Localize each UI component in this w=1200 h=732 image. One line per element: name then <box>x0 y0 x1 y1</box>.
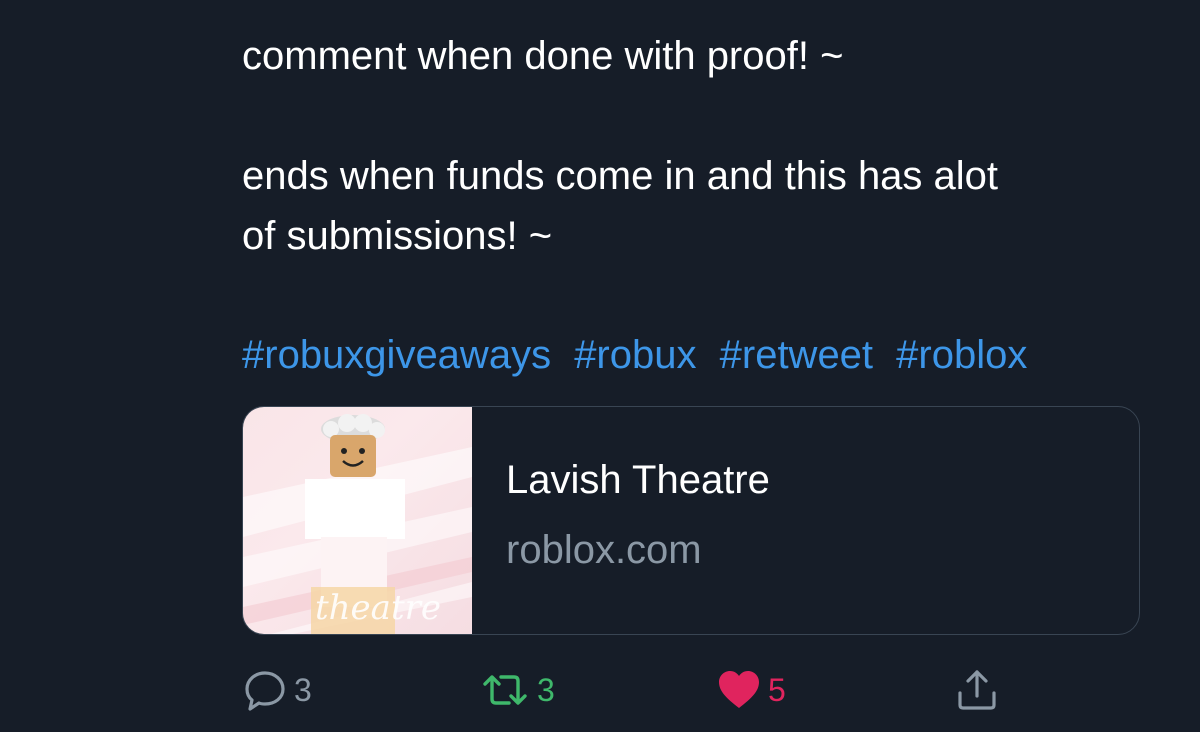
reply-icon <box>245 671 285 711</box>
like-button[interactable]: 5 <box>716 665 786 715</box>
hashtag-link[interactable]: #robuxgiveaways <box>242 333 551 377</box>
hashtag-link[interactable]: #roblox <box>896 333 1027 377</box>
tweet-line-3: of submissions! ~ <box>242 214 553 258</box>
tweet-line-2: ends when funds come in and this has alo… <box>242 154 999 198</box>
reply-count: 3 <box>294 671 312 708</box>
link-preview-card[interactable]: theatre Lavish Theatre roblox.com <box>242 406 1140 635</box>
tweet-line-1: comment when done with proof! ~ <box>242 34 844 78</box>
share-icon <box>958 670 996 710</box>
share-button[interactable] <box>954 665 1000 715</box>
card-domain: roblox.com <box>506 528 702 572</box>
roblox-avatar-icon: theatre <box>243 414 472 634</box>
hashtag-link[interactable]: #retweet <box>720 333 873 377</box>
retweet-button[interactable]: 3 <box>479 665 555 715</box>
retweet-icon <box>483 675 527 705</box>
tweet-actions: 3 3 5 <box>242 665 1142 715</box>
heart-icon <box>719 671 759 708</box>
hashtag-link[interactable]: #robux <box>574 333 696 377</box>
card-body: Lavish Theatre roblox.com <box>506 455 770 575</box>
like-count: 5 <box>768 671 786 708</box>
card-title: Lavish Theatre <box>506 458 770 502</box>
reply-button[interactable]: 3 <box>242 665 312 715</box>
retweet-count: 3 <box>537 671 555 708</box>
hashtag-list: #robuxgiveaways #robux #retweet #roblox <box>242 325 1027 385</box>
thumbnail-theatre-text: theatre <box>315 588 441 628</box>
card-thumbnail-image: theatre <box>243 407 472 634</box>
